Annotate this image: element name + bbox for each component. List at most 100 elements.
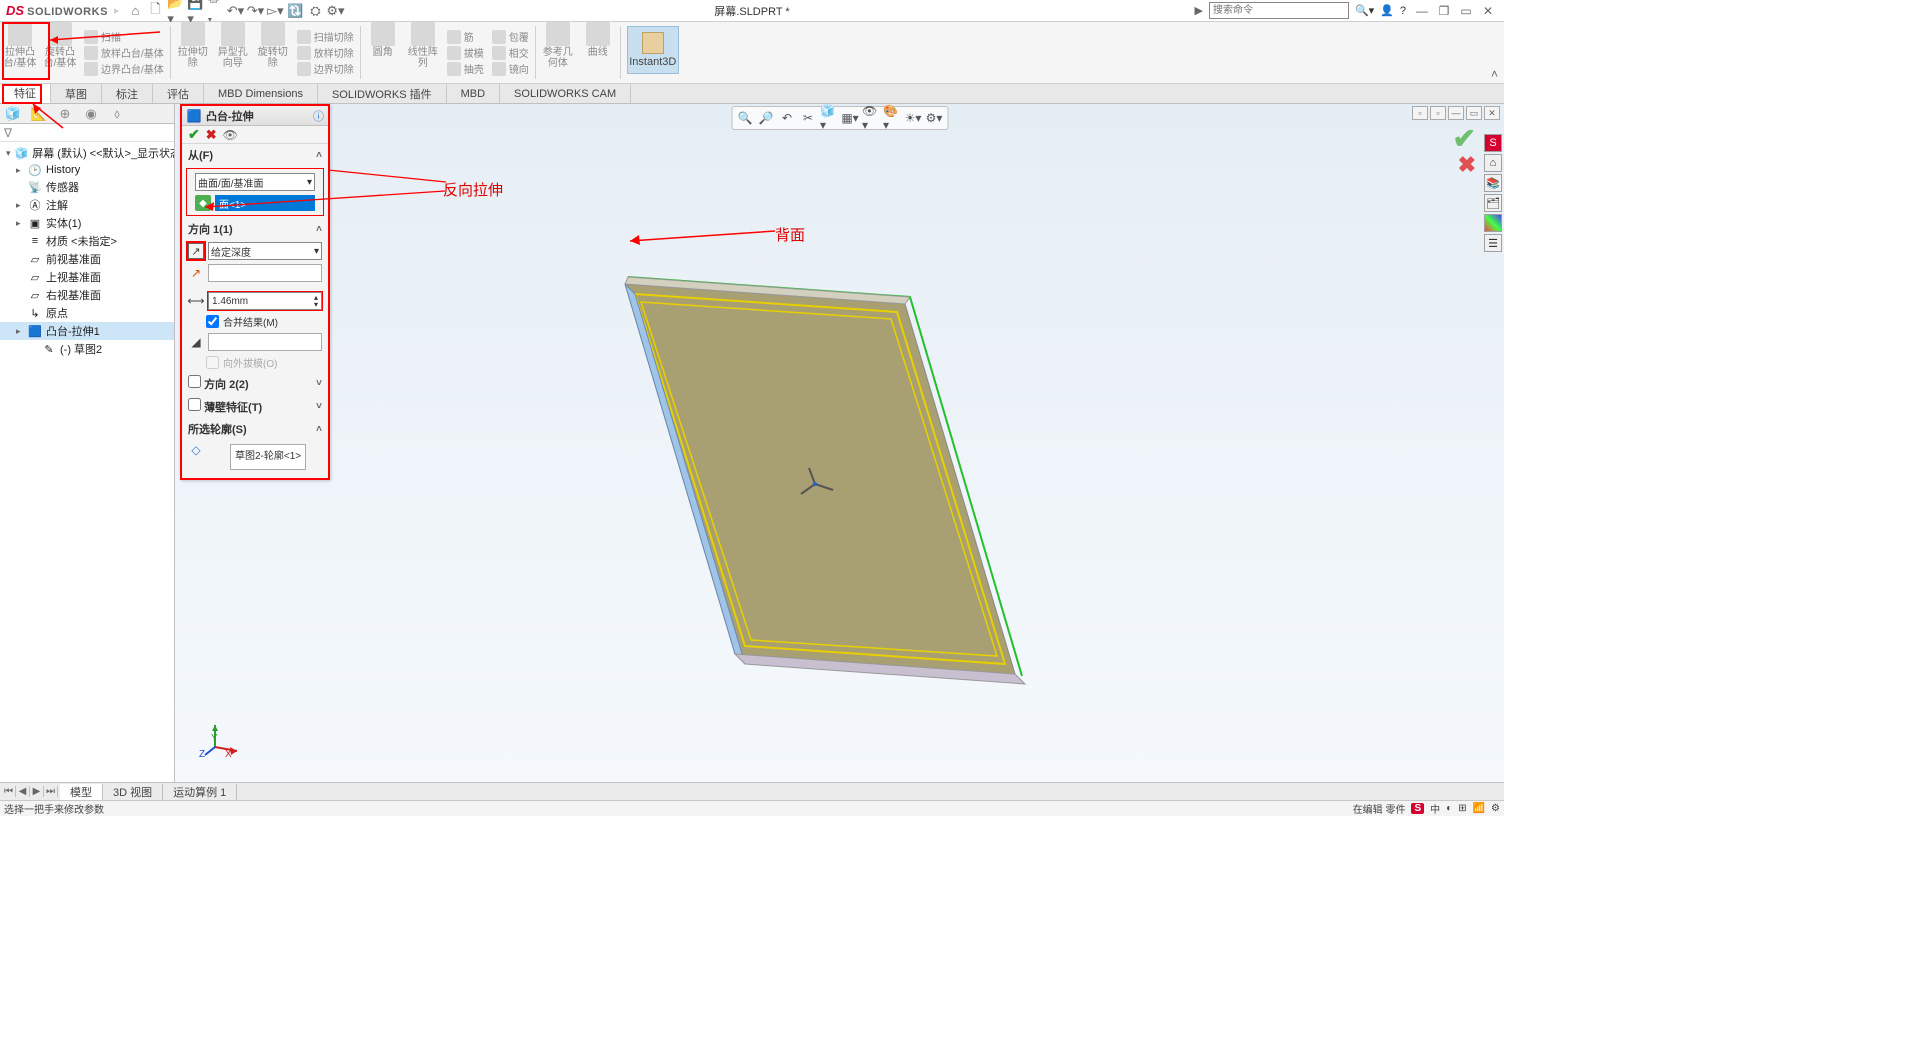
status-icon-3[interactable]: 📶 <box>1473 803 1485 814</box>
vp-max[interactable]: ▭ <box>1466 106 1482 120</box>
hide-show-icon[interactable]: 👁▾ <box>862 109 880 127</box>
zoom-area-icon[interactable]: 🔎 <box>757 109 775 127</box>
options-icon[interactable]: ⛭ <box>307 3 323 19</box>
pm-ok-icon[interactable]: ✔ <box>188 126 200 143</box>
pm-dir2-checkbox[interactable] <box>188 375 201 388</box>
restore-button[interactable]: ❐ <box>1434 3 1454 19</box>
pm-preview-icon[interactable]: 👁 <box>223 128 238 142</box>
status-icon-1[interactable]: ◐ <box>1446 803 1452 814</box>
nav-prev-icon[interactable]: ◀ <box>16 786 30 797</box>
fillet-button[interactable]: 圆角 <box>363 22 403 83</box>
user-icon[interactable]: 👤 <box>1380 4 1394 17</box>
pm-draft-outward-check[interactable]: 向外拔模(O) <box>182 353 328 372</box>
maximize-button[interactable]: ▭ <box>1456 3 1476 19</box>
vp-close[interactable]: ✕ <box>1484 106 1500 120</box>
tree-material[interactable]: ≡材质 <未指定> <box>0 232 174 250</box>
loft-cut-button[interactable]: 放样切除 <box>297 45 354 60</box>
display-style-icon[interactable]: ▦▾ <box>841 109 859 127</box>
revolve-boss-button[interactable]: 旋转凸 台/基体 <box>40 22 80 83</box>
tree-sketch2[interactable]: ✎(-) 草图2 <box>0 340 174 358</box>
confirm-feature-icon[interactable]: ✔ <box>1453 122 1476 155</box>
tab-sw-plugins[interactable]: SOLIDWORKS 插件 <box>318 84 447 103</box>
revolve-cut-button[interactable]: 旋转切 除 <box>253 22 293 83</box>
print-icon[interactable]: 🖶▾ <box>207 3 223 19</box>
fm-tab-4-icon[interactable]: ◉ <box>78 105 104 123</box>
minimize-button[interactable]: — <box>1412 3 1432 19</box>
curves-button[interactable]: 曲线 <box>578 22 618 83</box>
tree-right-plane[interactable]: ▱右视基准面 <box>0 286 174 304</box>
ribbon-collapse-icon[interactable]: ˄ <box>1491 67 1498 81</box>
tree-sensors[interactable]: 📡传感器 <box>0 178 174 196</box>
pm-dir1-section[interactable]: 方向 1(1)˄ <box>182 218 328 240</box>
pm-end-condition-select[interactable]: 给定深度▾ <box>208 242 322 260</box>
pm-contours-section[interactable]: 所选轮廓(S)˄ <box>182 418 328 440</box>
pm-reverse-direction-icon[interactable]: ↗ <box>188 243 204 259</box>
taskpane-appearance-icon[interactable] <box>1484 214 1502 232</box>
tab-mbd-dimensions[interactable]: MBD Dimensions <box>204 84 318 103</box>
tree-annotations[interactable]: ▸Ⓐ注解 <box>0 196 174 214</box>
tree-front-plane[interactable]: ▱前视基准面 <box>0 250 174 268</box>
tree-extrude1[interactable]: ▸🟦凸台-拉伸1 <box>0 322 174 340</box>
nav-first-icon[interactable]: ⏮ <box>2 786 16 797</box>
tab-sw-cam[interactable]: SOLIDWORKS CAM <box>500 84 631 103</box>
section-view-icon[interactable]: ✂ <box>799 109 817 127</box>
sweep-cut-button[interactable]: 扫描切除 <box>297 29 354 44</box>
command-search-input[interactable] <box>1209 2 1349 19</box>
tree-solid-bodies[interactable]: ▸▣实体(1) <box>0 214 174 232</box>
help-icon[interactable]: ? <box>1400 5 1406 17</box>
pm-direction-vector-input[interactable] <box>208 264 322 282</box>
pm-thin-section[interactable]: 薄壁特征(T)˅ <box>182 395 328 418</box>
tree-history[interactable]: ▸🕑History <box>0 162 174 178</box>
pm-from-section[interactable]: 从(F)˄ <box>182 144 328 166</box>
bottom-tab-motion1[interactable]: 运动算例 1 <box>163 784 237 800</box>
mirror-button[interactable]: 镜向 <box>492 61 529 76</box>
view-settings-icon[interactable]: ⚙▾ <box>925 109 943 127</box>
tab-feature[interactable]: 特征 <box>0 84 51 103</box>
feature-tree-filter[interactable]: ∇ <box>0 124 174 142</box>
rib-button[interactable]: 筋 <box>447 29 484 44</box>
home-icon[interactable]: ⌂ <box>127 3 143 19</box>
status-icon-2[interactable]: ⊞ <box>1458 803 1466 814</box>
taskpane-sw-icon[interactable]: S <box>1484 134 1502 152</box>
ref-geometry-button[interactable]: 参考几 何体 <box>538 22 578 83</box>
tab-annotate[interactable]: 标注 <box>102 84 153 103</box>
taskpane-resources-icon[interactable]: 📚 <box>1484 174 1502 192</box>
tab-mbd[interactable]: MBD <box>447 84 500 103</box>
scene-icon[interactable]: ☀▾ <box>904 109 922 127</box>
search-icon[interactable]: 🔍▾ <box>1355 4 1374 17</box>
pm-draft-icon[interactable]: ◢ <box>188 334 204 350</box>
sweep-button[interactable]: 扫描 <box>84 29 164 44</box>
pm-depth-input[interactable]: 1.46mm▴▾ <box>208 292 322 310</box>
vp-min[interactable]: — <box>1448 106 1464 120</box>
status-icon-4[interactable]: ⚙ <box>1491 803 1500 814</box>
fm-tab-5-icon[interactable]: ⬨ <box>104 105 130 123</box>
bottom-tab-model[interactable]: 模型 <box>60 784 103 800</box>
fm-tab-2-icon[interactable]: 📐 <box>26 105 52 123</box>
pm-contour-list[interactable]: 草图2-轮廓<1> <box>230 444 306 470</box>
tab-evaluate[interactable]: 评估 <box>153 84 204 103</box>
save-icon[interactable]: 💾▾ <box>187 3 203 19</box>
pm-draft-input[interactable] <box>208 333 322 351</box>
fm-tree-tab-icon[interactable]: 🧊 <box>0 105 26 123</box>
wrap-button[interactable]: 包覆 <box>492 29 529 44</box>
rebuild-icon[interactable]: 🔃 <box>287 3 303 19</box>
extrude-boss-button[interactable]: 拉伸凸 台/基体 <box>0 22 40 83</box>
instant3d-button[interactable]: Instant3D <box>627 26 679 74</box>
pm-direction-vector-icon[interactable]: ↗ <box>188 265 204 281</box>
extrude-cut-button[interactable]: 拉伸切 除 <box>173 22 213 83</box>
view-orient-icon[interactable]: 🧊▾ <box>820 109 838 127</box>
cancel-feature-icon[interactable]: ✖ <box>1458 152 1476 178</box>
pm-from-face-chip[interactable]: 面<1> <box>215 195 315 211</box>
boundary-button[interactable]: 边界凸台/基体 <box>84 61 164 76</box>
taskpane-view-icon[interactable]: 🗂 <box>1484 194 1502 212</box>
ime-badge[interactable]: S <box>1411 803 1424 814</box>
pm-merge-checkbox[interactable] <box>206 315 219 328</box>
zoom-fit-icon[interactable]: 🔍 <box>736 109 754 127</box>
bottom-tab-3dview[interactable]: 3D 视图 <box>103 784 163 800</box>
new-icon[interactable]: 🗋 <box>147 3 163 19</box>
pm-help-icon[interactable]: ⓘ <box>313 108 324 124</box>
close-button[interactable]: ✕ <box>1478 3 1498 19</box>
prev-view-icon[interactable]: ↶ <box>778 109 796 127</box>
pm-from-select[interactable]: 曲面/面/基准面▾ <box>195 173 315 191</box>
vp-btn2[interactable]: ▫ <box>1430 106 1446 120</box>
